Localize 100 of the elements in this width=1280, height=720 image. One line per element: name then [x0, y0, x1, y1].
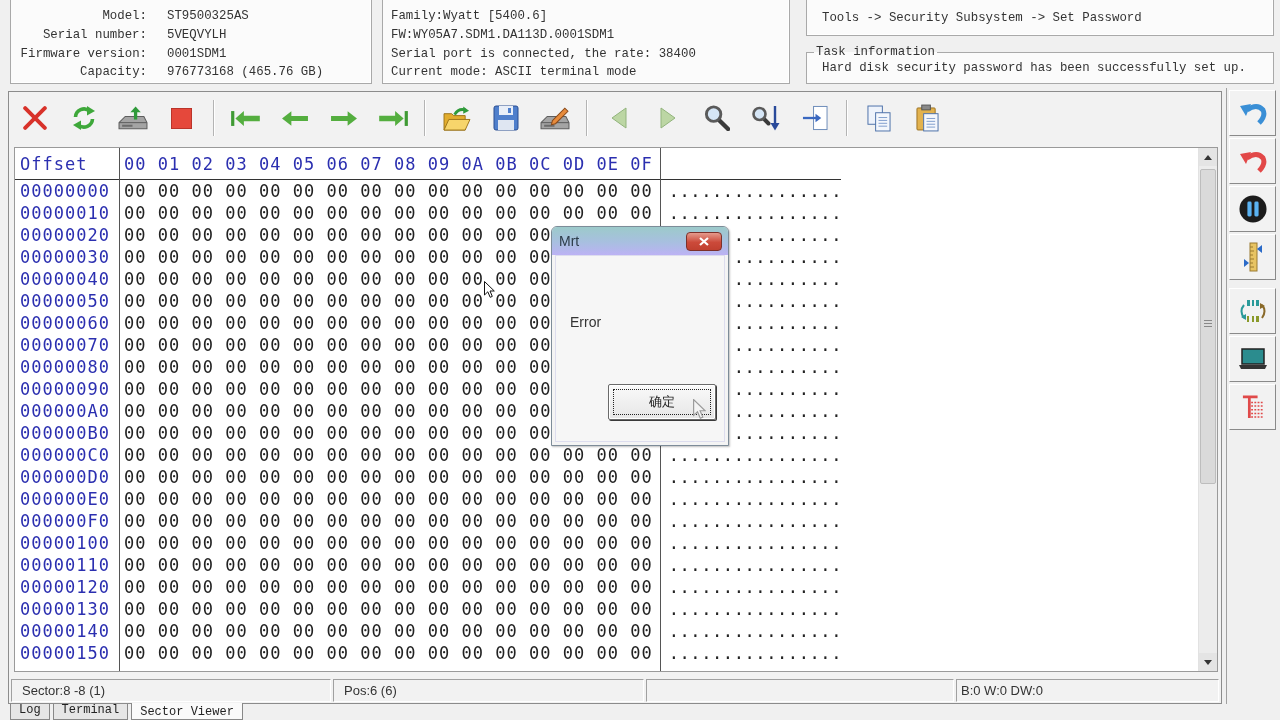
- arrow-left-icon: [280, 109, 309, 127]
- hex-byte: 00: [124, 533, 147, 553]
- hex-byte: 00: [394, 599, 417, 619]
- hex-byte: 00: [394, 643, 417, 663]
- side-toolbar-button[interactable]: [1229, 336, 1276, 382]
- hex-byte: 00: [427, 181, 451, 201]
- ruler-icon: [1242, 242, 1263, 272]
- hex-byte: 00: [191, 533, 214, 553]
- hex-byte: 00: [259, 511, 282, 531]
- hex-byte: 00: [427, 599, 451, 619]
- hex-byte: 00: [596, 203, 619, 223]
- dialog-title: Mrt: [559, 233, 580, 249]
- hex-byte: 00: [529, 357, 552, 377]
- hex-byte: 00: [596, 533, 619, 553]
- paste-icon: [916, 104, 939, 132]
- hex-byte: 00: [495, 269, 518, 289]
- scroll-up-button[interactable]: [1199, 148, 1217, 166]
- tree-icon: [1241, 394, 1264, 420]
- hex-byte: 00: [360, 357, 383, 377]
- hex-byte: 00: [529, 555, 552, 575]
- hex-byte: 00: [292, 269, 316, 289]
- hex-byte: 00: [596, 467, 619, 487]
- hex-byte: 00: [529, 181, 552, 201]
- hex-byte: 00: [596, 577, 619, 597]
- skip-end-icon: [377, 109, 408, 127]
- offset-heading: Offset: [20, 153, 88, 174]
- tab[interactable]: Sector Viewer: [131, 703, 243, 720]
- hex-byte: 00: [394, 621, 417, 641]
- hex-byte: 00: [394, 555, 417, 575]
- hex-byte: 00: [292, 489, 316, 509]
- hex-byte: 00: [157, 269, 181, 289]
- ascii-text: ..........: [733, 225, 842, 245]
- row-offset: 000000F0: [20, 511, 110, 531]
- hex-byte: 00: [394, 225, 417, 245]
- hex-byte: 00: [157, 247, 181, 267]
- hex-byte: 00: [461, 599, 484, 619]
- magnifier-arrow-down-icon: [751, 105, 780, 131]
- hex-byte: 00: [326, 335, 349, 355]
- save-icon: [492, 105, 519, 131]
- hex-byte: 00: [596, 555, 619, 575]
- hex-byte: 00: [326, 203, 349, 223]
- column-heading: 07: [360, 153, 383, 174]
- hex-byte: 00: [292, 401, 316, 421]
- row-offset: 000000E0: [20, 489, 110, 509]
- hex-byte: 00: [427, 291, 451, 311]
- hex-byte: 00: [562, 467, 586, 487]
- hex-byte: 00: [461, 555, 484, 575]
- hex-byte: 00: [630, 555, 653, 575]
- hex-byte: 00: [529, 203, 552, 223]
- hex-byte: 00: [157, 225, 181, 245]
- hex-byte: 00: [529, 401, 552, 421]
- hex-byte: 00: [495, 621, 518, 641]
- hex-byte: 00: [630, 203, 653, 223]
- column-heading: 09: [427, 153, 451, 174]
- ascii-text: ..........: [733, 379, 842, 399]
- ok-button[interactable]: 确定: [608, 384, 716, 420]
- tab[interactable]: Terminal: [52, 704, 129, 720]
- hex-byte: 00: [529, 467, 552, 487]
- hex-byte: 00: [191, 313, 214, 333]
- hex-byte: 00: [259, 247, 282, 267]
- hex-byte: 00: [191, 555, 214, 575]
- column-heading: 06: [326, 153, 349, 174]
- hex-byte: 00: [157, 203, 181, 223]
- row-offset: 00000080: [20, 357, 110, 377]
- hex-byte: 00: [529, 247, 552, 267]
- ascii-text: ..........: [733, 423, 842, 443]
- close-button[interactable]: [686, 231, 722, 251]
- hex-byte: 00: [191, 357, 214, 377]
- triangle-right-icon: [659, 107, 676, 129]
- hex-byte: 00: [191, 599, 214, 619]
- hex-byte: 00: [259, 577, 282, 597]
- hex-byte: 00: [259, 269, 282, 289]
- caret-down-icon: [1204, 659, 1212, 665]
- stop-icon: [171, 107, 192, 129]
- hex-byte: 00: [427, 643, 451, 663]
- hex-byte: 00: [259, 181, 282, 201]
- hex-byte: 00: [124, 379, 147, 399]
- hex-byte: 00: [259, 335, 282, 355]
- hex-byte: 00: [360, 379, 383, 399]
- hex-byte: 00: [124, 335, 147, 355]
- hex-byte: 00: [191, 291, 214, 311]
- hex-byte: 00: [529, 423, 552, 443]
- side-toolbar-button[interactable]: [1229, 186, 1276, 232]
- hex-byte: 00: [360, 467, 383, 487]
- hex-byte: 00: [461, 379, 484, 399]
- hex-byte: 00: [562, 511, 586, 531]
- scrollbar-track[interactable]: [1198, 148, 1217, 671]
- row-offset: 00000140: [20, 621, 110, 641]
- hex-byte: 00: [562, 643, 586, 663]
- hex-byte: 00: [191, 643, 214, 663]
- hex-byte: 00: [157, 401, 181, 421]
- hex-byte: 00: [292, 511, 316, 531]
- hex-byte: 00: [191, 401, 214, 421]
- hex-byte: 00: [292, 599, 316, 619]
- hex-byte: 00: [360, 247, 383, 267]
- tab[interactable]: Log: [10, 704, 50, 720]
- field-label: Serial number:: [42, 28, 147, 43]
- hex-byte: 00: [191, 269, 214, 289]
- scroll-thumb[interactable]: [1200, 169, 1216, 484]
- scroll-down-button[interactable]: [1199, 653, 1217, 671]
